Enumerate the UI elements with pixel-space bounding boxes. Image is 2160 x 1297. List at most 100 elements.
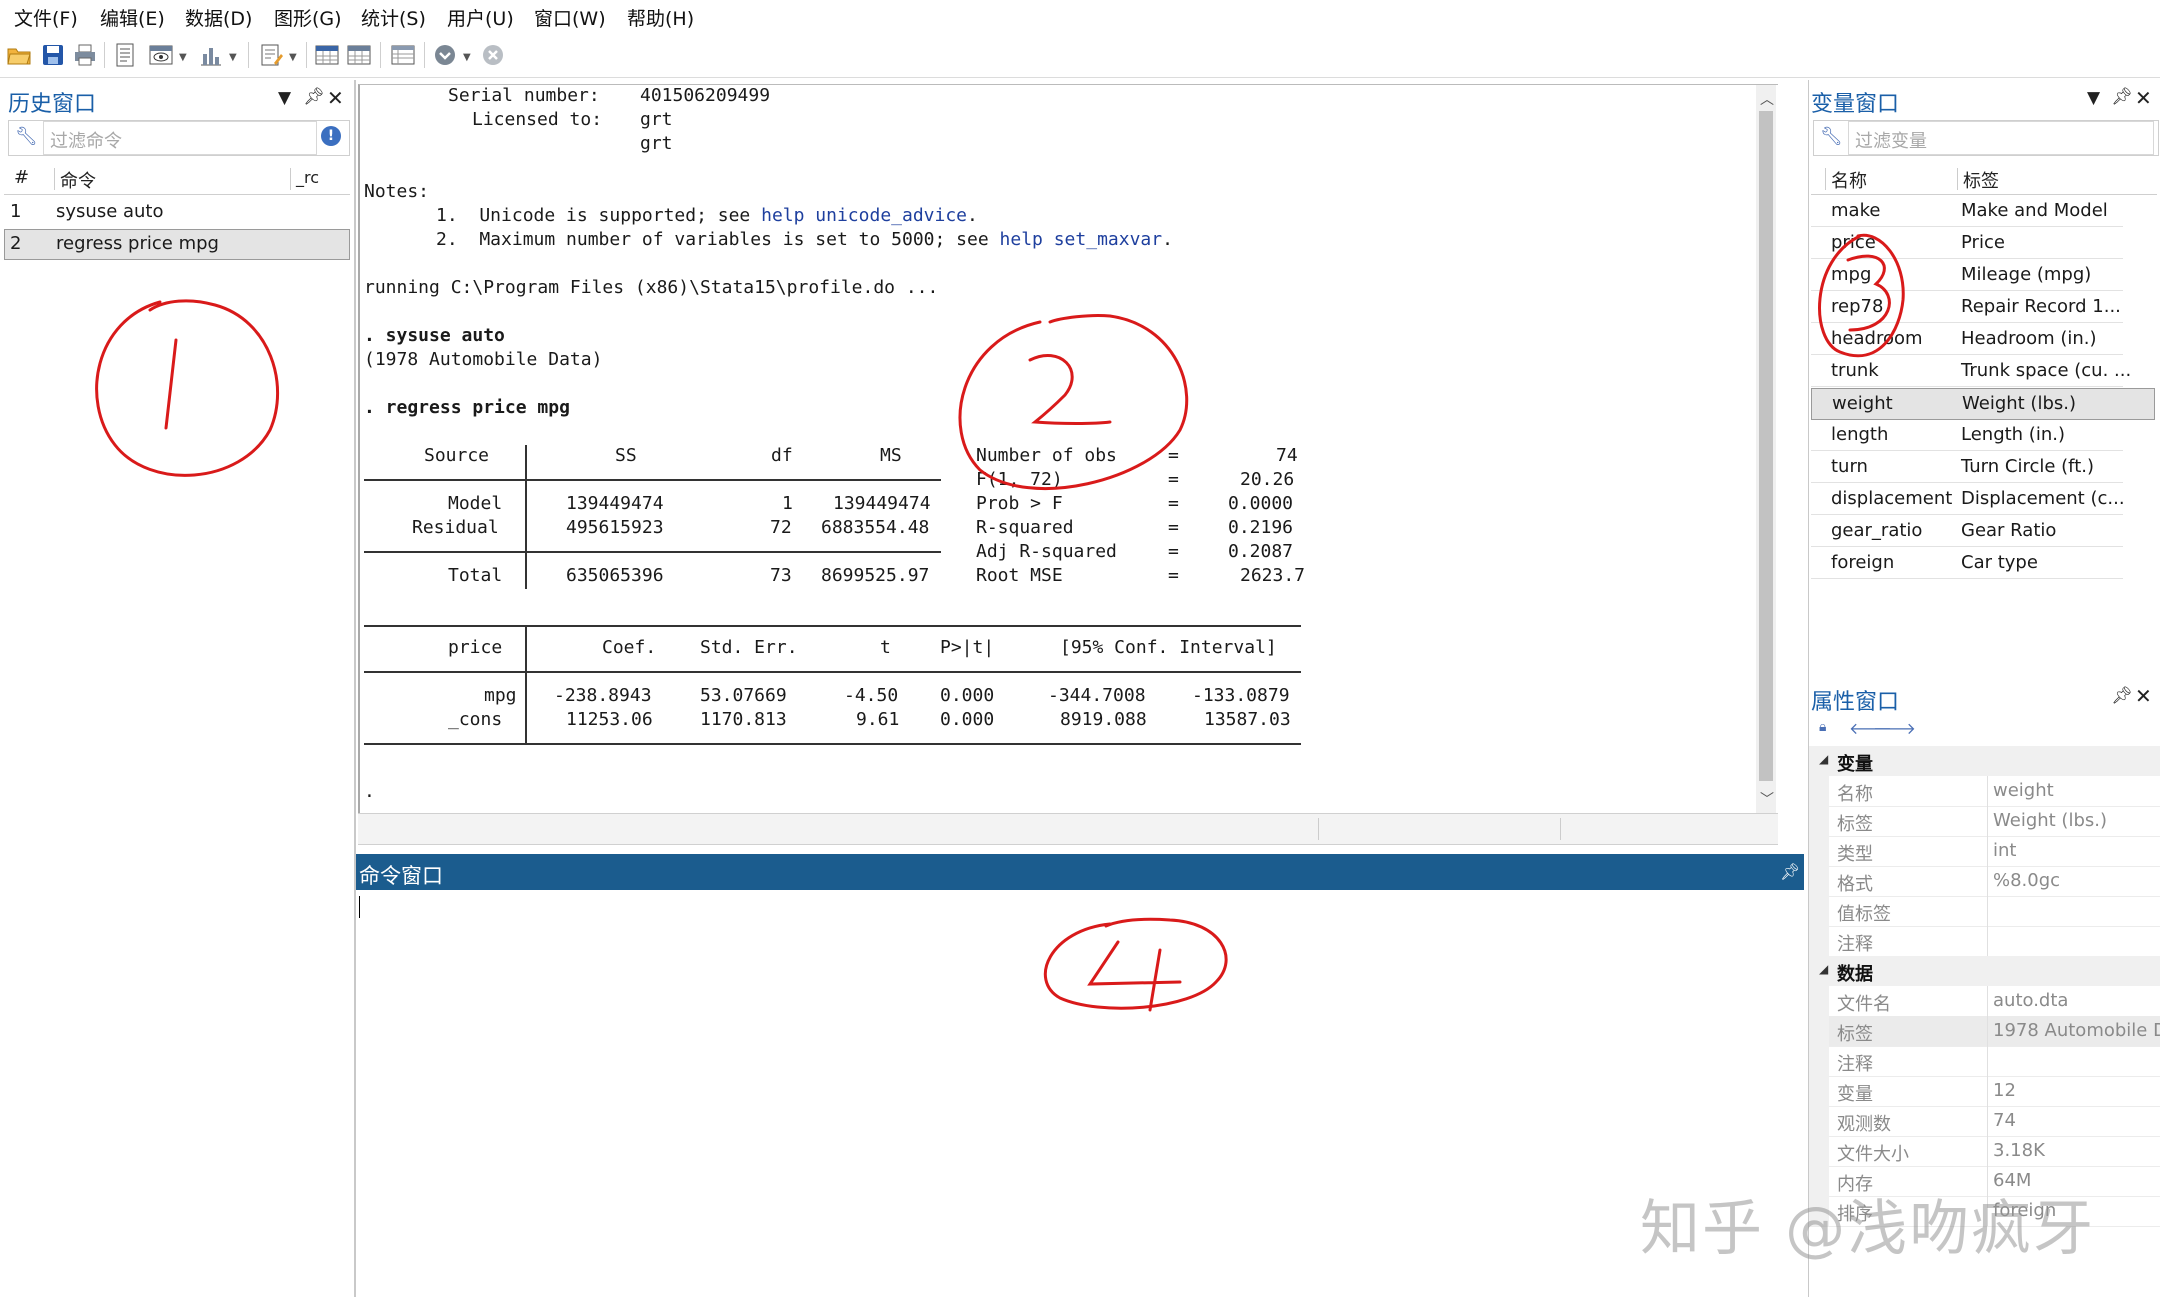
filter-icon[interactable]: ▼ (2087, 88, 2100, 108)
property-row[interactable]: 值标签 (1809, 896, 2160, 927)
property-key: 值标签 (1837, 904, 1891, 925)
variable-row[interactable]: displacement Displacement (c... (1811, 484, 2125, 515)
close-icon[interactable]: ✕ (2135, 86, 2152, 110)
menu-statistics[interactable]: 统计(S) (361, 4, 426, 31)
command-input[interactable] (358, 892, 1802, 1292)
property-row[interactable]: 类型 int (1809, 836, 2160, 867)
list-item[interactable]: 2 regress price mpg (4, 229, 350, 260)
do-editor-icon[interactable] (258, 42, 284, 68)
wrench-icon[interactable]: 🔧︎ (15, 126, 38, 147)
pin-icon[interactable]: 📌︎ (303, 87, 325, 107)
pin-icon[interactable]: 📌︎ (2111, 686, 2133, 706)
log-icon[interactable] (112, 42, 138, 68)
property-key: 标签 (1837, 1024, 1873, 1045)
results-scrollbar[interactable]: ︿ ﹀ (1756, 85, 1776, 813)
expand-icon[interactable]: ◢ (1819, 962, 1828, 976)
command-title: 命令窗口 (359, 864, 443, 888)
property-key: 变量 (1837, 1084, 1873, 1105)
save-icon[interactable] (40, 42, 66, 68)
pin-icon[interactable]: 📌︎ (1780, 862, 1800, 881)
help-link[interactable]: help set_maxvar (1000, 229, 1163, 250)
data-browser-icon[interactable] (346, 42, 372, 68)
section-label: 变量 (1837, 754, 1873, 775)
variable-name: make (1831, 200, 1881, 221)
section-variable[interactable]: ◢ 变量 (1809, 746, 2160, 776)
variables-manager-icon[interactable] (390, 42, 416, 68)
graph-icon[interactable] (198, 42, 224, 68)
variable-name: length (1831, 424, 1889, 445)
menu-edit[interactable]: 编辑(E) (100, 4, 165, 31)
menu-help[interactable]: 帮助(H) (627, 4, 694, 31)
variable-row[interactable]: trunk Trunk space (cu. ... (1811, 356, 2131, 387)
forward-icon[interactable]: 🡒 (1873, 718, 1916, 738)
variables-filter-input[interactable]: 过滤变量 (1848, 121, 2154, 155)
property-row[interactable]: 变量 12 (1809, 1076, 2160, 1107)
variable-row[interactable]: rep78 Repair Record 1... (1811, 292, 2123, 323)
variable-row[interactable]: make Make and Model (1811, 196, 2123, 227)
filter-icon[interactable]: ▼ (278, 88, 291, 108)
col-label[interactable]: 标签 (1963, 167, 1999, 193)
list-item[interactable]: 1 sysuse auto (4, 197, 350, 227)
menu-file[interactable]: 文件(F) (14, 4, 78, 31)
variable-row[interactable]: mpg Mileage (mpg) (1811, 260, 2123, 291)
property-row[interactable]: 名称 weight (1809, 776, 2160, 807)
property-row[interactable]: 标签 Weight (lbs.) (1809, 806, 2160, 837)
variable-row[interactable]: gear_ratio Gear Ratio (1811, 516, 2123, 547)
more-icon[interactable] (432, 42, 458, 68)
variable-row[interactable]: turn Turn Circle (ft.) (1811, 452, 2123, 483)
menu-user[interactable]: 用户(U) (447, 4, 514, 31)
command-titlebar: 命令窗口 📌︎ (356, 854, 1804, 890)
scroll-up-icon[interactable]: ︿ (1760, 89, 1774, 109)
property-row[interactable]: 标签 1978 Automobile D (1809, 1016, 2160, 1047)
menu-graphics[interactable]: 图形(G) (274, 4, 342, 31)
variable-label: Displacement (c... (1961, 488, 2125, 509)
property-row[interactable]: 注释 (1809, 926, 2160, 957)
variable-row[interactable]: length Length (in.) (1811, 420, 2123, 451)
property-row[interactable]: 格式 %8.0gc (1809, 866, 2160, 897)
property-row[interactable]: 注释 (1809, 1046, 2160, 1077)
property-key: 类型 (1837, 844, 1873, 865)
properties-toolbar: 🔒︎ 🡐 🡒 (1813, 718, 2157, 742)
variable-name: foreign (1831, 552, 1895, 573)
menu-window[interactable]: 窗口(W) (534, 4, 606, 31)
col-command[interactable]: 命令 (60, 167, 96, 193)
help-link[interactable]: help unicode_advice (761, 205, 967, 226)
property-row[interactable]: 文件大小 3.18K (1809, 1136, 2160, 1167)
variable-row[interactable]: price Price (1811, 228, 2123, 259)
print-icon[interactable] (72, 42, 98, 68)
break-icon[interactable] (480, 42, 506, 68)
section-data[interactable]: ◢ 数据 (1809, 956, 2160, 986)
data-editor-icon[interactable] (314, 42, 340, 68)
info-icon[interactable]: ! (321, 126, 341, 146)
property-value: Weight (lbs.) (1993, 810, 2108, 831)
variable-row[interactable]: weight Weight (lbs.) (1811, 388, 2155, 420)
status-strip (358, 813, 1778, 845)
variable-label: Weight (lbs.) (1962, 393, 2077, 414)
menu-data[interactable]: 数据(D) (185, 4, 252, 31)
viewer-icon[interactable] (148, 42, 174, 68)
variables-filter-box: 🔧︎ 过滤变量 (1813, 120, 2159, 156)
variable-label: Length (in.) (1961, 424, 2065, 445)
property-row[interactable]: 观测数 74 (1809, 1106, 2160, 1137)
close-icon[interactable]: ✕ (327, 86, 344, 110)
scroll-thumb[interactable] (1759, 111, 1773, 781)
col-num[interactable]: # (14, 167, 29, 188)
variable-name: headroom (1831, 328, 1923, 349)
wrench-icon[interactable]: 🔧︎ (1820, 126, 1843, 147)
variable-row[interactable]: foreign Car type (1811, 548, 2123, 579)
pin-icon[interactable]: 📌︎ (2111, 87, 2133, 107)
property-row[interactable]: 文件名 auto.dta (1809, 986, 2160, 1017)
variable-row[interactable]: headroom Headroom (in.) (1811, 324, 2123, 355)
property-value: 12 (1993, 1080, 2016, 1101)
lock-icon[interactable]: 🔒︎ (1819, 719, 1826, 735)
open-icon[interactable] (6, 42, 32, 68)
expand-icon[interactable]: ◢ (1819, 752, 1828, 766)
col-name[interactable]: 名称 (1831, 167, 1867, 193)
variable-name: price (1831, 232, 1876, 253)
history-filter-input[interactable]: 过滤命令 (43, 121, 317, 155)
close-icon[interactable]: ✕ (2135, 684, 2152, 708)
scroll-down-icon[interactable]: ﹀ (1760, 789, 1774, 809)
col-rc[interactable]: _rc (296, 168, 319, 187)
variable-label: Price (1961, 232, 2005, 253)
property-value: 74 (1993, 1110, 2016, 1131)
